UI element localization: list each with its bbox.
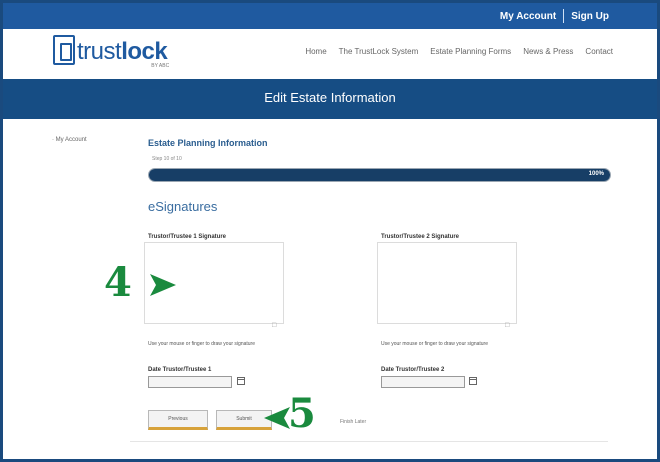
progress-label: Step 10 of 10 — [152, 156, 182, 162]
signature-1-clear-icon[interactable]: □ — [272, 322, 276, 329]
trustlock-logo[interactable]: trustlock BY ABC — [53, 35, 169, 69]
previous-button[interactable]: Previous — [148, 410, 208, 430]
page-banner: Edit Estate Information — [3, 79, 657, 119]
nav-trustlock-system[interactable]: The TrustLock System — [339, 47, 419, 56]
top-bar: My Account Sign Up — [3, 3, 657, 29]
my-account-link[interactable]: My Account — [500, 11, 556, 22]
date-1-label: Date Trustor/Trustee 1 — [148, 367, 212, 373]
nav-contact[interactable]: Contact — [585, 47, 613, 56]
calendar-1-icon[interactable] — [237, 377, 245, 385]
progress-fill — [149, 169, 610, 181]
signature-1-help: Use your mouse or finger to draw your si… — [148, 341, 255, 347]
sign-up-link[interactable]: Sign Up — [571, 11, 609, 22]
footer-divider — [130, 441, 608, 442]
account-links: My Account Sign Up — [500, 9, 609, 23]
progress-percent: 100% — [588, 171, 604, 177]
date-2-label: Date Trustor/Trustee 2 — [381, 367, 445, 373]
link-divider — [563, 9, 565, 23]
step-5-arrow-icon — [264, 407, 290, 429]
site-header: trustlock BY ABC Home The TrustLock Syst… — [3, 29, 657, 79]
step-4-arrow-icon — [150, 274, 176, 296]
signature-1-label: Trustor/Trustee 1 Signature — [148, 234, 227, 240]
signature-2-label: Trustor/Trustee 2 Signature — [381, 234, 460, 240]
date-2-input[interactable] — [381, 376, 465, 388]
nav-estate-planning-forms[interactable]: Estate Planning Forms — [430, 47, 511, 56]
esignatures-heading: eSignatures — [148, 199, 218, 214]
step-4-callout: 4 — [104, 259, 132, 306]
signature-2-help: Use your mouse or finger to draw your si… — [381, 341, 488, 347]
nav-news-press[interactable]: News & Press — [523, 47, 573, 56]
calendar-2-icon[interactable] — [469, 377, 477, 385]
finish-later-link[interactable]: Finish Later — [340, 419, 366, 425]
main-nav: Home The TrustLock System Estate Plannin… — [293, 47, 613, 56]
page-title: Edit Estate Information — [264, 90, 396, 105]
section-title: Estate Planning Information — [148, 138, 268, 148]
signature-2-clear-icon[interactable]: □ — [505, 322, 509, 329]
date-1-input[interactable] — [148, 376, 232, 388]
sidebar-my-account-link[interactable]: · My Account — [52, 137, 87, 143]
signature-2-pad[interactable] — [377, 242, 517, 324]
nav-home[interactable]: Home — [305, 47, 326, 56]
lock-icon — [53, 35, 75, 65]
logo-wordmark: trustlock — [77, 38, 168, 65]
progress-bar: 100% — [148, 168, 611, 182]
logo-tagline: BY ABC — [151, 63, 170, 69]
step-5-callout: 5 — [288, 390, 316, 437]
